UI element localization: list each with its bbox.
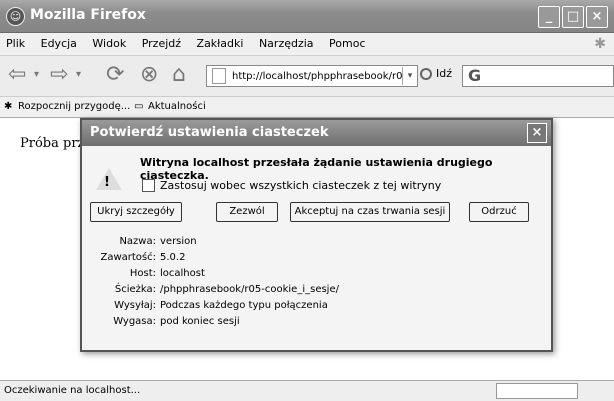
menu-bar: Plik Edycja Widok Przejdź Zakładki Narzę…: [0, 33, 614, 56]
detail-label: Wysyłaj:: [114, 300, 156, 311]
search-input[interactable]: G: [462, 65, 614, 87]
bookmark-getting-started[interactable]: Rozpocznij przygodę...: [18, 101, 130, 112]
menu-bookmarks[interactable]: Zakładki: [191, 33, 250, 54]
dialog-close-button[interactable]: ×: [527, 123, 547, 143]
detail-value: pod koniec sesji: [160, 316, 240, 327]
address-bar[interactable]: http://localhost/phpphrasebook/r05 ▾: [206, 65, 418, 87]
close-window-button[interactable]: ×: [586, 6, 608, 28]
detail-value: /phpphrasebook/r05-cookie_i_sesje/: [160, 284, 339, 295]
folder-icon: ▭: [134, 101, 144, 112]
cookie-confirm-dialog: Potwierdź ustawienia ciasteczek × ! Witr…: [80, 118, 553, 352]
dialog-title: Potwierdź ustawienia ciasteczek: [90, 125, 329, 140]
detail-row: Host: localhost: [82, 268, 551, 282]
session-accept-button[interactable]: Akceptuj na czas trwania sesji: [290, 202, 450, 222]
dialog-title-bar: Potwierdź ustawienia ciasteczek ×: [82, 120, 551, 146]
detail-row: Wysyłaj: Podczas każdego typu połączenia: [82, 300, 551, 314]
menu-file[interactable]: Plik: [0, 33, 31, 54]
detail-label: Nazwa:: [119, 236, 156, 247]
page-icon: [212, 68, 226, 84]
firefox-logo-icon: ☺: [6, 7, 25, 26]
page-text: Próba prz: [20, 136, 85, 151]
go-label: Idź: [436, 67, 453, 80]
detail-label: Zawartość:: [100, 252, 156, 263]
forward-dropdown-icon[interactable]: ▾: [76, 62, 81, 88]
warning-mark: !: [104, 175, 110, 190]
go-button[interactable]: Idź: [420, 67, 452, 80]
window-title: Mozilla Firefox: [30, 7, 146, 23]
detail-row: Zawartość: 5.0.2: [82, 252, 551, 266]
navigation-toolbar: ⇦ ▾ ⇨ ▾ ⟳ ⊗ ⌂ http://localhost/phpphrase…: [0, 56, 614, 97]
throbber-icon: ✱: [594, 36, 606, 52]
detail-label: Host:: [129, 268, 156, 279]
detail-row: Ścieżka: /phpphrasebook/r05-cookie_i_ses…: [82, 284, 551, 298]
detail-row: Nazwa: version: [82, 236, 551, 250]
google-icon: G: [468, 66, 482, 85]
detail-row: Wygasa: pod koniec sesji: [82, 316, 551, 330]
reload-button[interactable]: ⟳: [106, 62, 124, 88]
minimize-button[interactable]: _: [538, 6, 560, 28]
menu-view[interactable]: Widok: [86, 33, 132, 54]
menu-go[interactable]: Przejdź: [136, 33, 187, 54]
apply-all-checkbox[interactable]: Zastosuj wobec wszystkich ciasteczek z t…: [142, 179, 441, 192]
url-text[interactable]: http://localhost/phpphrasebook/r05: [232, 71, 402, 82]
home-button[interactable]: ⌂: [172, 62, 186, 88]
status-field: [496, 383, 578, 399]
bookmark-news[interactable]: Aktualności: [148, 101, 206, 112]
detail-value: Podczas każdego typu połączenia: [160, 300, 328, 311]
title-bar: ☺ Mozilla Firefox _ □ ×: [0, 0, 614, 33]
detail-value: localhost: [160, 268, 205, 279]
status-bar: Oczekiwanie na localhost...: [0, 380, 614, 401]
bookmark-star-icon: ✱: [4, 101, 13, 112]
go-icon: [420, 67, 432, 80]
stop-button[interactable]: ⊗: [140, 62, 158, 88]
detail-label: Ścieżka:: [114, 284, 156, 295]
checkbox-label: Zastosuj wobec wszystkich ciasteczek z t…: [160, 179, 442, 192]
status-text: Oczekiwanie na localhost...: [4, 385, 141, 396]
menu-help[interactable]: Pomoc: [323, 33, 371, 54]
checkbox-box[interactable]: [142, 179, 155, 192]
allow-button[interactable]: Zezwól: [216, 202, 278, 222]
detail-value: 5.0.2: [160, 252, 186, 263]
back-button[interactable]: ⇦: [8, 62, 26, 88]
url-dropdown-button[interactable]: ▾: [402, 67, 417, 85]
deny-button[interactable]: Odrzuć: [469, 202, 529, 222]
forward-button[interactable]: ⇨: [50, 62, 68, 88]
detail-label: Wygasa:: [113, 316, 156, 327]
maximize-button[interactable]: □: [562, 6, 584, 28]
hide-details-button[interactable]: Ukryj szczegóły: [90, 202, 182, 222]
back-dropdown-icon[interactable]: ▾: [34, 62, 39, 88]
menu-tools[interactable]: Narzędzia: [253, 33, 320, 54]
menu-edit[interactable]: Edycja: [35, 33, 83, 54]
bookmarks-toolbar: ✱ Rozpocznij przygodę... ▭ Aktualności: [0, 97, 614, 118]
detail-value: version: [160, 236, 197, 247]
